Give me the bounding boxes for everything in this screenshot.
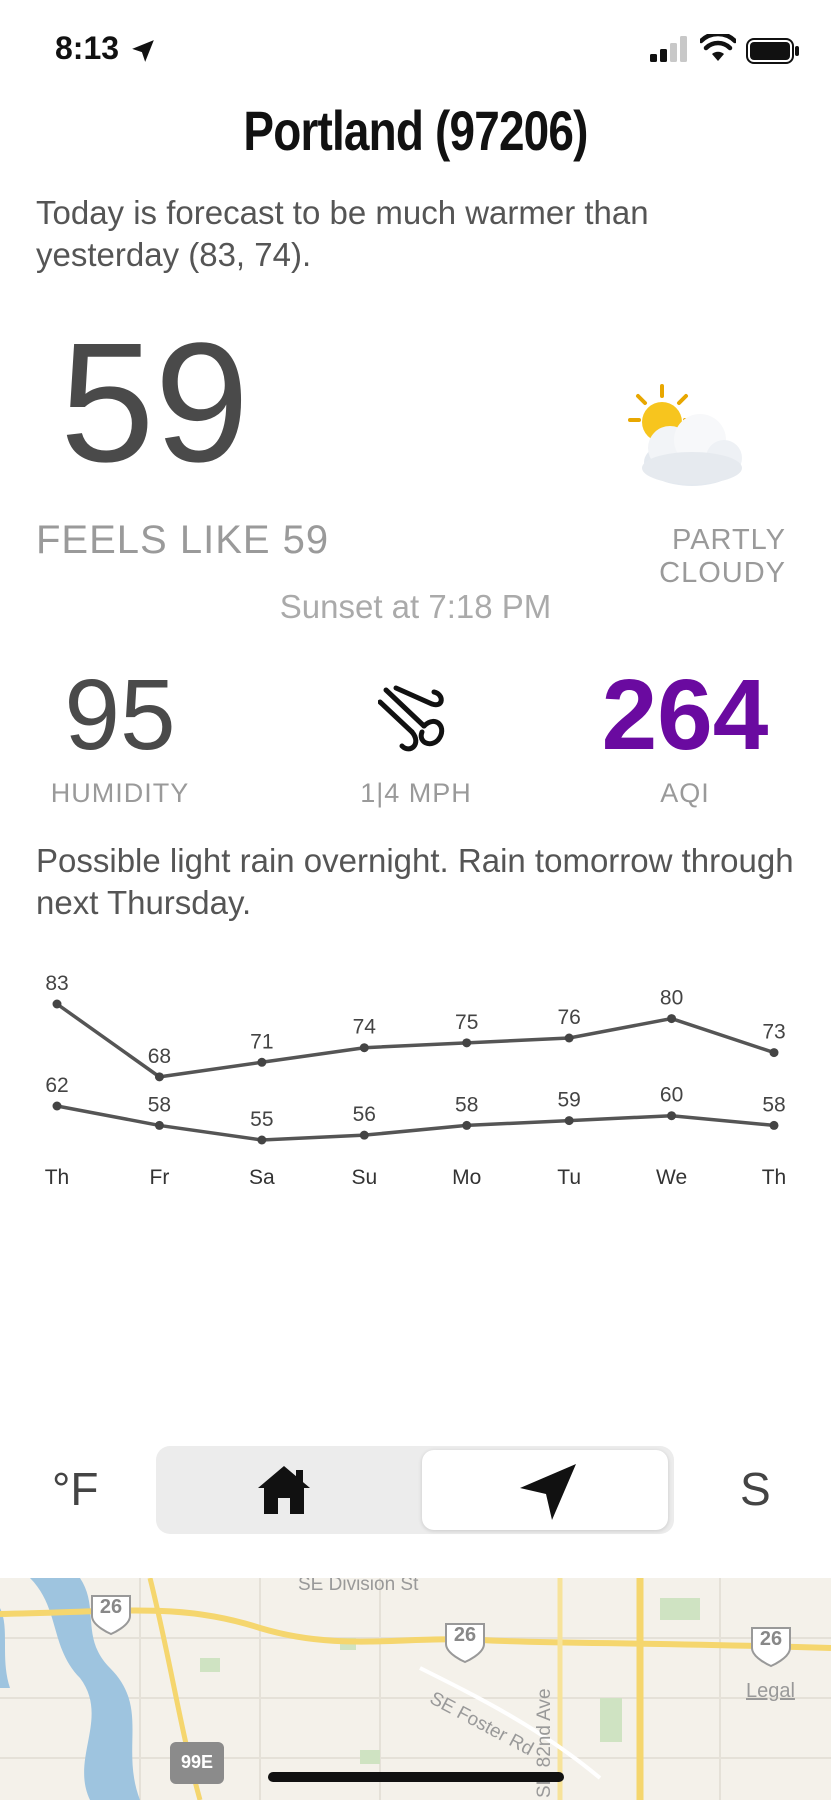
wifi-icon	[700, 34, 736, 61]
data-point	[52, 999, 62, 1009]
data-point	[52, 1101, 62, 1111]
data-label: 73	[762, 1021, 785, 1044]
aqi-value: 264	[601, 659, 769, 771]
data-point	[769, 1048, 779, 1058]
data-label: 68	[148, 1045, 171, 1068]
data-label: 62	[45, 1074, 68, 1097]
day-tick-label: Mo	[452, 1166, 481, 1189]
data-label: 75	[455, 1011, 478, 1034]
data-label: 76	[557, 1006, 580, 1029]
home-icon	[258, 1466, 310, 1514]
location-services-icon	[132, 40, 154, 62]
data-point	[564, 1033, 574, 1043]
route-shield-label: 26	[453, 1624, 477, 1646]
map-view[interactable]: SE Division St SE Foster Rd SE 82nd Ave …	[0, 1578, 831, 1800]
data-label: 59	[557, 1089, 580, 1112]
cellular-signal-icon	[650, 36, 687, 62]
aqi-label: AQI	[660, 778, 710, 808]
current-temperature: 59	[60, 308, 250, 498]
sunset-time: Sunset at 7:18 PM	[279, 588, 552, 625]
data-point	[257, 1057, 267, 1067]
home-segment[interactable]	[156, 1446, 416, 1534]
data-label: 56	[353, 1103, 376, 1126]
battery-icon	[746, 38, 799, 64]
outlook-text: Possible light rain overnight. Rain tomo…	[36, 842, 794, 921]
data-point	[769, 1120, 779, 1130]
data-point	[462, 1038, 472, 1048]
route-shield-label: 26	[759, 1628, 783, 1650]
data-label: 80	[660, 987, 683, 1010]
data-point	[667, 1014, 677, 1024]
data-point	[359, 1043, 369, 1053]
data-label: 55	[250, 1108, 273, 1131]
forecast-summary: Today is forecast to be much warmer than…	[36, 194, 649, 273]
data-label: 83	[45, 972, 68, 995]
data-point	[564, 1116, 574, 1126]
day-tick-label: We	[656, 1166, 687, 1189]
data-point	[257, 1135, 267, 1145]
location-arrow-icon	[520, 1464, 576, 1520]
data-point	[462, 1120, 472, 1130]
home-indicator	[268, 1772, 564, 1782]
feels-like: FEELS LIKE 59	[36, 518, 330, 562]
day-tick-label: Fr	[150, 1166, 170, 1189]
data-label: 58	[148, 1093, 171, 1116]
data-label: 74	[353, 1016, 377, 1039]
status-time: 8:13	[55, 30, 120, 66]
humidity-label: HUMIDITY	[50, 778, 190, 808]
condition-label: PARTLY CLOUDY	[659, 524, 786, 589]
partly-cloudy-icon	[628, 384, 742, 486]
data-label: 58	[762, 1093, 785, 1116]
data-point	[154, 1120, 164, 1130]
route-shield-label: 99E	[180, 1752, 214, 1772]
day-tick-label: Th	[45, 1166, 70, 1189]
forecast-chart: 83 68 71 74 75 76 80 73 62 58 55 56 58 59 60 58 Th Fr Sa Su…	[45, 972, 787, 1189]
data-label: 58	[455, 1093, 478, 1116]
wind-speed-label: 1|4 MPH	[360, 778, 472, 808]
data-label: 71	[250, 1030, 273, 1053]
data-label: 60	[660, 1084, 683, 1107]
wind-icon	[378, 685, 445, 752]
s-button[interactable]: S	[740, 1462, 771, 1516]
route-shield-label: 26	[99, 1596, 123, 1618]
day-tick-label: Su	[351, 1166, 377, 1189]
data-point	[154, 1072, 164, 1082]
day-tick-label: Tu	[557, 1166, 581, 1189]
location-segment[interactable]	[422, 1450, 668, 1530]
map-legal-link[interactable]: Legal	[746, 1680, 795, 1703]
day-tick-label: Sa	[249, 1166, 275, 1189]
street-label: SE Division St	[298, 1578, 419, 1595]
data-point	[667, 1111, 677, 1121]
humidity-value: 95	[64, 659, 176, 771]
city-title[interactable]: Portland (97206)	[75, 98, 756, 163]
view-segmented-control[interactable]	[156, 1446, 674, 1534]
data-point	[359, 1130, 369, 1140]
unit-toggle-button[interactable]: °F	[52, 1462, 99, 1516]
day-tick-label: Th	[762, 1166, 787, 1189]
